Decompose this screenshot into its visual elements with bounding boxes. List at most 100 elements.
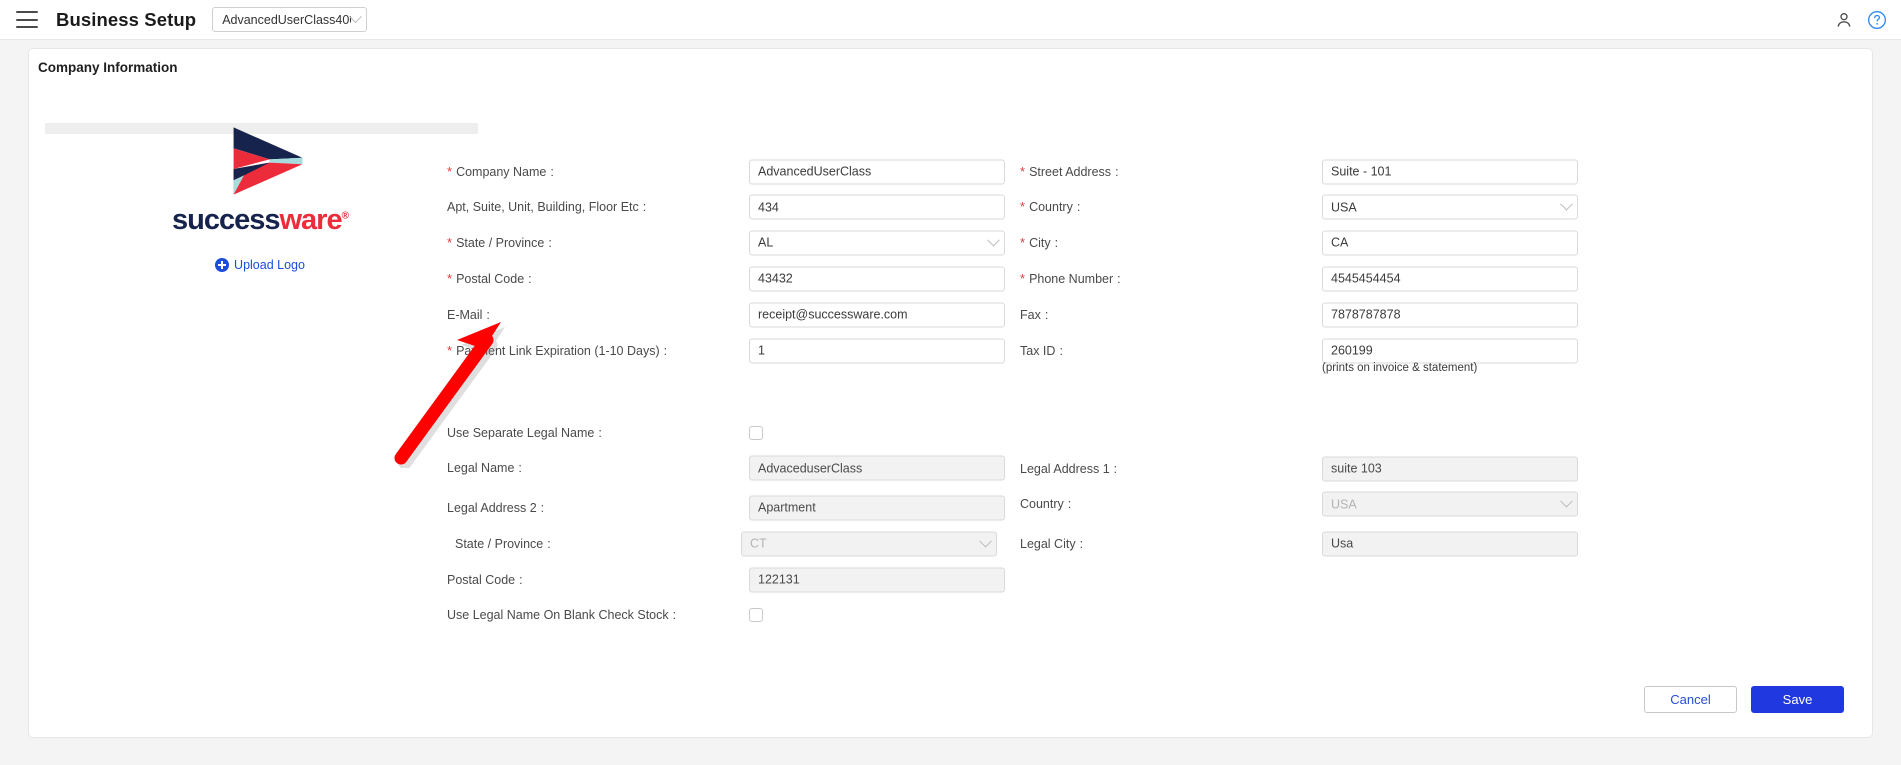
wordmark-red: ware xyxy=(279,204,343,236)
field-label: Phone Number xyxy=(1029,271,1114,286)
field-tax-id: Tax ID: 260199 (prints on invoice & stat… xyxy=(1020,333,1580,374)
required-asterisk: * xyxy=(447,270,453,286)
required-asterisk: * xyxy=(1020,163,1026,179)
field-company-name: * Company Name: AdvancedUserClass xyxy=(447,154,1007,190)
field-label: Apt, Suite, Unit, Building, Floor Etc xyxy=(447,200,639,215)
section-title: Company Information xyxy=(38,60,178,75)
state-province-value: AL xyxy=(758,235,774,250)
legal-country-value: USA xyxy=(1331,497,1357,512)
company-information-card: Company Information successware® Upload … xyxy=(28,48,1873,738)
payment-link-expiration-input[interactable]: 1 xyxy=(749,338,1005,364)
required-asterisk: * xyxy=(1020,270,1026,286)
field-label: Payment Link Expiration (1-10 Days) xyxy=(456,343,660,358)
legal-city-input[interactable]: Usa xyxy=(1322,531,1578,557)
street-address-input[interactable]: Suite - 101 xyxy=(1322,159,1578,185)
country-value: USA xyxy=(1331,200,1357,215)
legal-name-input[interactable]: AdvaceduserClass xyxy=(749,455,1005,481)
field-label: Legal Address 2 xyxy=(447,500,537,515)
field-label: E-Mail xyxy=(447,307,483,322)
app-header: Business Setup AdvancedUserClass400 xyxy=(0,0,1901,40)
field-postal-code: * Postal Code: 43432 xyxy=(447,261,1007,297)
field-legal-address-1: Legal Address 1: suite 103 xyxy=(1020,451,1580,487)
successware-logo-icon xyxy=(233,127,303,195)
field-email: E-Mail: receipt@successware.com xyxy=(447,297,1007,333)
help-question-icon[interactable] xyxy=(1867,10,1887,30)
phone-number-input[interactable]: 4545454454 xyxy=(1322,266,1578,292)
cancel-button[interactable]: Cancel xyxy=(1644,686,1737,713)
field-use-legal-name-on-check: Use Legal Name On Blank Check Stock: xyxy=(447,598,1007,634)
required-asterisk: * xyxy=(1020,199,1026,215)
use-separate-legal-name-checkbox[interactable] xyxy=(749,425,763,440)
legal-country-select[interactable]: USA xyxy=(1322,491,1578,517)
registered-mark: ® xyxy=(341,210,349,222)
chevron-down-icon xyxy=(349,10,363,24)
upload-logo-label: Upload Logo xyxy=(234,258,305,272)
field-legal-postal-code: Postal Code: 122131 xyxy=(447,562,1007,598)
field-label: Country xyxy=(1020,497,1064,512)
page-title: Business Setup xyxy=(56,8,197,30)
country-select[interactable]: USA xyxy=(1322,194,1578,220)
company-selector-dropdown[interactable]: AdvancedUserClass400 xyxy=(212,7,368,32)
apt-suite-input[interactable]: 434 xyxy=(749,194,1005,220)
field-label: State / Province xyxy=(455,536,544,551)
field-legal-country: Country: USA xyxy=(1020,487,1580,523)
field-street-address: * Street Address: Suite - 101 xyxy=(1020,154,1580,190)
field-fax: Fax: 7878787878 xyxy=(1020,297,1580,333)
field-legal-name: Legal Name: AdvaceduserClass xyxy=(447,451,1007,487)
field-label: Postal Code xyxy=(456,271,525,286)
state-province-select[interactable]: AL xyxy=(749,230,1005,256)
wordmark-dark: success xyxy=(172,204,280,236)
field-apt-suite: Apt, Suite, Unit, Building, Floor Etc: 4… xyxy=(447,190,1007,226)
field-city: * City: CA xyxy=(1020,225,1580,261)
field-label: Company Name xyxy=(456,164,547,179)
successware-wordmark: successware® xyxy=(172,204,349,237)
company-selector-value: AdvancedUserClass400 xyxy=(222,12,352,27)
field-label: State / Province xyxy=(456,235,545,250)
postal-code-input[interactable]: 43432 xyxy=(749,266,1005,292)
field-legal-city: Legal City: Usa xyxy=(1020,526,1580,562)
field-payment-link-expiration: * Payment Link Expiration (1-10 Days): 1 xyxy=(447,333,1007,369)
required-asterisk: * xyxy=(447,234,453,250)
chevron-down-icon xyxy=(987,233,1000,247)
tax-id-input[interactable]: 260199 xyxy=(1322,338,1578,364)
field-state-province: * State / Province: AL xyxy=(447,225,1007,261)
city-input[interactable]: CA xyxy=(1322,230,1578,256)
field-label: Country xyxy=(1029,200,1073,215)
field-label: Street Address xyxy=(1029,164,1112,179)
field-label: Postal Code xyxy=(447,572,516,587)
field-label: Use Legal Name On Blank Check Stock xyxy=(447,608,669,623)
header-actions xyxy=(1834,10,1887,30)
plus-circle-icon xyxy=(215,258,230,272)
legal-state-province-select[interactable]: CT xyxy=(741,531,997,557)
legal-address-1-input[interactable]: suite 103 xyxy=(1322,456,1578,482)
field-label: Legal Name xyxy=(447,461,515,476)
legal-address-2-input[interactable]: Apartment xyxy=(749,495,1005,521)
field-label: Legal Address 1 xyxy=(1020,461,1110,476)
email-input[interactable]: receipt@successware.com xyxy=(749,302,1005,328)
field-phone-number: * Phone Number: 4545454454 xyxy=(1020,261,1580,297)
required-asterisk: * xyxy=(447,163,453,179)
fax-input[interactable]: 7878787878 xyxy=(1322,302,1578,328)
user-icon[interactable] xyxy=(1834,10,1854,30)
required-asterisk: * xyxy=(1020,234,1026,250)
legal-postal-code-input[interactable]: 122131 xyxy=(749,567,1005,593)
field-label: Fax xyxy=(1020,307,1041,322)
required-asterisk: * xyxy=(447,342,453,358)
field-label: Use Separate Legal Name xyxy=(447,425,595,440)
form-actions: Cancel Save xyxy=(1644,686,1844,713)
field-label: City xyxy=(1029,235,1051,250)
save-button[interactable]: Save xyxy=(1751,686,1844,713)
company-logo-block: successware® Upload Logo xyxy=(125,124,395,272)
field-country: * Country: USA xyxy=(1020,190,1580,226)
chevron-down-icon xyxy=(1560,495,1573,508)
field-legal-state-province: State / Province: CT xyxy=(447,526,1007,562)
chevron-down-icon xyxy=(979,534,992,548)
field-legal-address-2: Legal Address 2: Apartment xyxy=(447,490,1007,526)
hamburger-menu-icon[interactable] xyxy=(16,11,38,28)
upload-logo-button[interactable]: Upload Logo xyxy=(215,258,305,272)
field-label: Tax ID xyxy=(1020,343,1056,358)
tax-id-hint: (prints on invoice & statement) xyxy=(1322,362,1478,374)
use-legal-name-on-check-checkbox[interactable] xyxy=(749,608,763,623)
company-name-input[interactable]: AdvancedUserClass xyxy=(749,159,1005,185)
field-label: Legal City xyxy=(1020,536,1076,551)
